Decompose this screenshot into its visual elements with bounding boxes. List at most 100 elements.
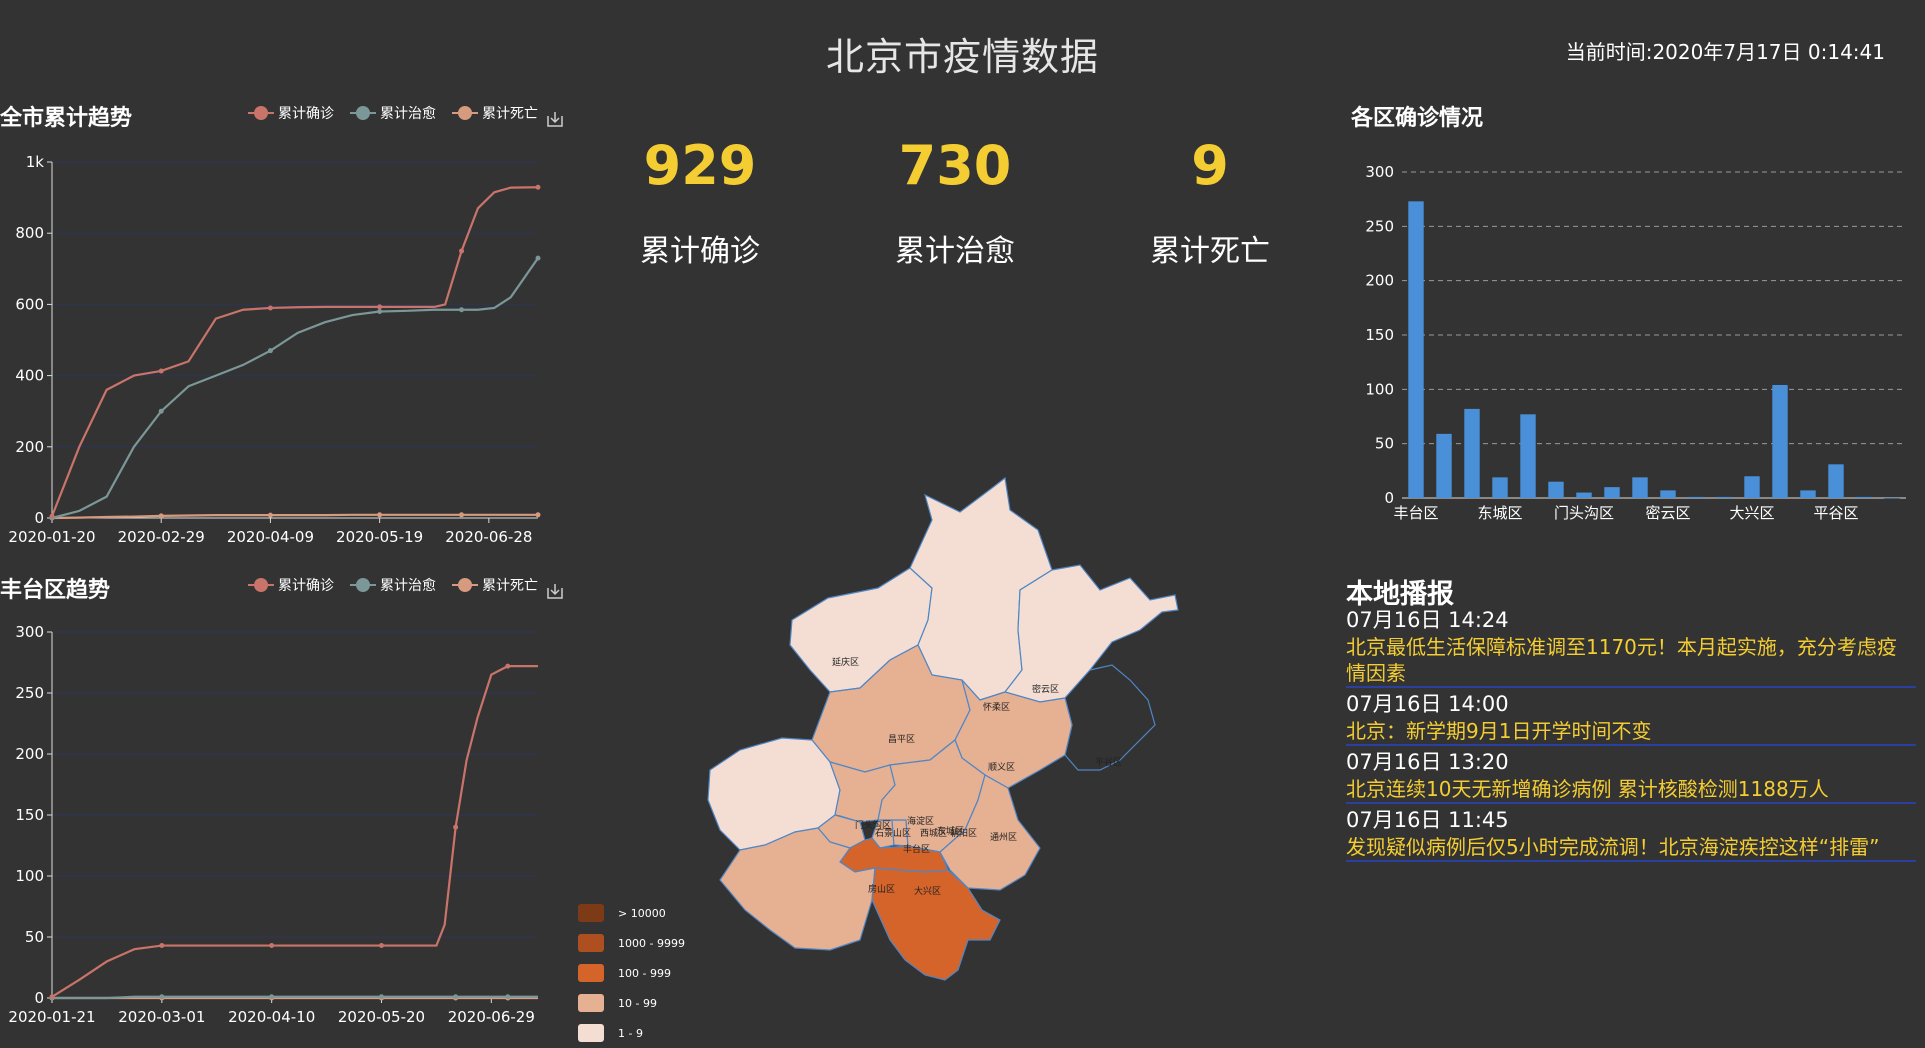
city-trend-title: 全市累计趋势 <box>0 106 133 131</box>
legend-item-confirmed[interactable]: 累计确诊 <box>248 103 334 123</box>
news-time: 07月16日 13:20 <box>1346 750 1509 774</box>
map-legend-item[interactable]: 10 - 99 <box>578 988 685 1018</box>
data-point <box>377 304 383 310</box>
data-point <box>377 309 383 315</box>
save-as-image-icon[interactable] <box>546 110 564 128</box>
news-item: 07月16日 13:20 北京连续10天无新增确诊病例 累计核酸检测1188万人 <box>1346 748 1916 804</box>
news-item: 07月16日 11:45 发现疑似病例后仅5小时完成流调！北京海淀疾控这样“排雷… <box>1346 806 1916 862</box>
map-legend-item[interactable]: 1 - 9 <box>578 1018 685 1048</box>
data-point <box>269 943 275 949</box>
legend-swatch <box>452 106 478 120</box>
map-label: 顺义区 <box>988 762 1015 773</box>
map-legend-item[interactable]: 100 - 999 <box>578 958 685 988</box>
bar <box>1856 496 1872 498</box>
bar <box>1520 414 1536 498</box>
series-line <box>51 665 538 998</box>
bar <box>1408 201 1424 498</box>
district-bar-chart: 050100150200250300丰台区 东城区 门头沟区 密云区 大兴区 平谷区 <box>1365 163 1906 522</box>
news-link[interactable]: 发现疑似病例后仅5小时完成流调！北京海淀疾控这样“排雷” <box>1346 834 1916 862</box>
save-as-image-icon[interactable] <box>546 582 564 600</box>
map-legend-label: > 10000 <box>618 906 666 920</box>
data-point <box>459 307 465 313</box>
news-link[interactable]: 北京连续10天无新增确诊病例 累计核酸检测1188万人 <box>1346 776 1916 804</box>
series-line <box>51 257 539 520</box>
bar <box>1660 490 1676 498</box>
bar <box>1688 496 1704 498</box>
map-legend-swatch <box>578 1024 604 1042</box>
x-tick-label: 门头沟区 <box>1554 504 1614 522</box>
legend-label: 累计死亡 <box>482 578 538 594</box>
legend-swatch <box>350 578 376 592</box>
map-legend-item[interactable]: 1000 - 9999 <box>578 928 685 958</box>
current-time: 当前时间:2020年7月17日 0:14:41 <box>1565 40 1885 64</box>
y-tick-label: 150 <box>1365 326 1394 344</box>
map-label: 朝阳区 <box>950 828 977 839</box>
data-point <box>267 348 273 354</box>
data-point <box>49 994 55 1000</box>
x-tick-label: 2020-01-21 <box>8 1008 95 1026</box>
bar <box>1576 492 1592 498</box>
x-tick-label: 2020-03-01 <box>118 1008 205 1026</box>
data-point <box>459 248 465 254</box>
stat-cured-value: 730 <box>898 134 1012 197</box>
legend-item-cured[interactable]: 累计治愈 <box>350 575 436 595</box>
fengtai-trend-legend: 累计确诊 累计治愈 累计死亡 <box>248 575 538 595</box>
legend-item-cured[interactable]: 累计治愈 <box>350 103 436 123</box>
map-legend-label: 1 - 9 <box>618 1026 643 1040</box>
map-legend-swatch <box>578 934 604 952</box>
y-tick-label: 0 <box>34 989 44 1007</box>
series-line <box>50 186 539 517</box>
city-trend-chart: 0 200 400 600 800 1k 2020-01-20 2020-02-29 2020-… <box>8 153 541 546</box>
y-tick-label: 50 <box>1375 435 1394 453</box>
stat-confirmed-label: 累计确诊 <box>640 234 760 269</box>
y-tick-label: 200 <box>15 438 44 456</box>
x-tick-label: 平谷区 <box>1813 504 1858 522</box>
data-point <box>459 512 465 518</box>
data-point <box>269 994 275 1000</box>
y-tick-label: 300 <box>15 623 44 641</box>
x-tick-label: 2020-04-09 <box>227 528 314 546</box>
data-point <box>453 994 459 1000</box>
map-legend-label: 1000 - 9999 <box>618 936 685 950</box>
legend-swatch <box>248 578 274 592</box>
map-label: 延庆区 <box>832 656 859 668</box>
map-label: 通州区 <box>990 832 1017 843</box>
data-point <box>159 943 165 949</box>
bar <box>1604 487 1620 498</box>
map-legend-item[interactable]: > 10000 <box>578 898 685 928</box>
legend-label: 累计确诊 <box>278 578 334 594</box>
y-tick-label: 0 <box>34 509 44 527</box>
stat-cured-label: 累计治愈 <box>895 234 1015 269</box>
data-point <box>158 368 164 374</box>
map-label: 平谷区 <box>1095 757 1122 768</box>
map-legend-swatch <box>578 964 604 982</box>
legend-item-confirmed[interactable]: 累计确诊 <box>248 575 334 595</box>
y-tick-label: 1k <box>26 153 45 171</box>
data-point <box>505 663 511 669</box>
y-tick-label: 400 <box>15 367 44 385</box>
x-tick-label: 2020-05-20 <box>338 1008 425 1026</box>
map-label: 海淀区 <box>907 815 934 827</box>
news-list: 07月16日 14:24 北京最低生活保障标准调至1170元！本月起实施，充分考… <box>1346 604 1916 862</box>
legend-item-dead[interactable]: 累计死亡 <box>452 575 538 595</box>
news-link[interactable]: 北京：新学期9月1日开学时间不变 <box>1346 718 1916 746</box>
news-link[interactable]: 北京最低生活保障标准调至1170元！本月起实施，充分考虑疫情因素 <box>1346 634 1916 688</box>
legend-label: 累计治愈 <box>380 578 436 594</box>
map-label: 大兴区 <box>914 885 941 897</box>
y-tick-label: 50 <box>25 928 44 946</box>
legend-label: 累计死亡 <box>482 106 538 122</box>
x-tick-label: 东城区 <box>1477 504 1522 522</box>
fengtai-trend-title: 丰台区趋势 <box>0 578 111 603</box>
x-tick-label: 2020-05-19 <box>336 528 423 546</box>
bar <box>1492 477 1508 498</box>
legend-item-dead[interactable]: 累计死亡 <box>452 103 538 123</box>
map-label: 房山区 <box>868 883 895 895</box>
stat-dead-label: 累计死亡 <box>1150 234 1270 269</box>
data-point <box>505 994 511 1000</box>
data-point <box>267 512 273 518</box>
data-point <box>378 994 384 1000</box>
map-legend-swatch <box>578 904 604 922</box>
news-item: 07月16日 14:24 北京最低生活保障标准调至1170元！本月起实施，充分考… <box>1346 606 1916 688</box>
x-tick-label: 2020-06-28 <box>445 528 532 546</box>
data-point <box>49 513 55 519</box>
